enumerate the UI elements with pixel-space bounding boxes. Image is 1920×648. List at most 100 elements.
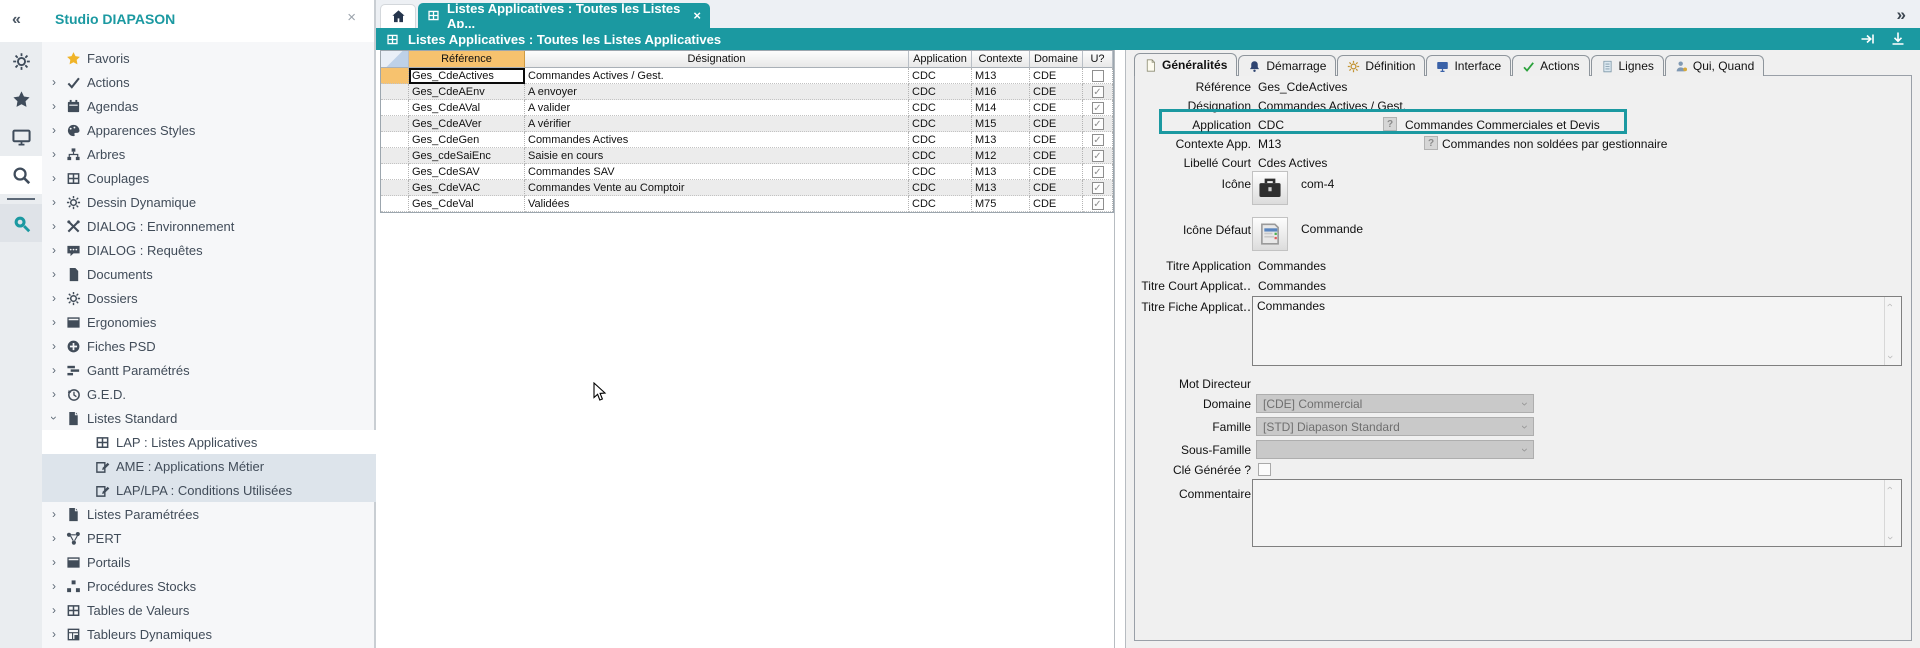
cell-designation[interactable]: Saisie en cours bbox=[525, 148, 909, 164]
sidebar-item-ame-applications-metier[interactable]: AME : Applications Métier bbox=[42, 454, 376, 478]
favorites-star-icon[interactable] bbox=[0, 80, 42, 118]
chevron-right-icon[interactable]: › bbox=[48, 603, 60, 617]
tab-overflow-icon[interactable]: » bbox=[1897, 5, 1906, 25]
u-checkbox[interactable]: ✓ bbox=[1092, 166, 1104, 178]
cell-domaine[interactable]: CDE bbox=[1030, 196, 1083, 212]
sidebar-item-apparences-styles[interactable]: ›Apparences Styles bbox=[42, 118, 376, 142]
row-selector[interactable] bbox=[381, 100, 409, 116]
column-header-contexte[interactable]: Contexte bbox=[972, 51, 1030, 68]
cell-domaine[interactable]: CDE bbox=[1030, 68, 1083, 84]
tab-generalites[interactable]: Généralités bbox=[1134, 53, 1237, 76]
cell-reference[interactable]: Ges_CdeVal bbox=[409, 196, 525, 212]
cell-reference[interactable]: Ges_CdeGen bbox=[409, 132, 525, 148]
cell-designation[interactable]: A valider bbox=[525, 100, 909, 116]
sidebar-item-couplages[interactable]: ›Couplages bbox=[42, 166, 376, 190]
column-header-reference[interactable]: Référence bbox=[409, 51, 525, 68]
cell-contexte[interactable]: M13 bbox=[972, 180, 1030, 196]
tab-lignes[interactable]: Lignes bbox=[1591, 55, 1664, 76]
cell-application[interactable]: CDC bbox=[909, 84, 972, 100]
cell-reference[interactable]: Ges_CdeAEnv bbox=[409, 84, 525, 100]
sidebar-item-dialog-environnement[interactable]: ›DIALOG : Environnement bbox=[42, 214, 376, 238]
cell-application[interactable]: CDC bbox=[909, 116, 972, 132]
textarea-scrollbar[interactable]: ›› bbox=[1884, 297, 1901, 365]
sidebar-item-listes-parametrees[interactable]: ›Listes Paramétrées bbox=[42, 502, 376, 526]
cell-application[interactable]: CDC bbox=[909, 180, 972, 196]
contexte-help-button[interactable]: ? bbox=[1424, 136, 1438, 150]
cell-contexte[interactable]: M75 bbox=[972, 196, 1030, 212]
row-selector[interactable] bbox=[381, 84, 409, 100]
cell-domaine[interactable]: CDE bbox=[1030, 148, 1083, 164]
tab-interface[interactable]: Interface bbox=[1426, 55, 1511, 76]
u-checkbox[interactable]: ✓ bbox=[1092, 118, 1104, 130]
table-row[interactable]: Ges_cdeSaiEnc Saisie en cours CDC M12 CD… bbox=[381, 148, 1113, 164]
explorer-search-icon[interactable] bbox=[0, 204, 42, 242]
chevron-right-icon[interactable]: › bbox=[48, 195, 60, 209]
sidebar-item-fiches-psd[interactable]: ›Fiches PSD bbox=[42, 334, 376, 358]
sidebar-close-icon[interactable]: × bbox=[347, 9, 356, 26]
sidebar-item-pert[interactable]: ›PERT bbox=[42, 526, 376, 550]
u-checkbox[interactable]: ✓ bbox=[1092, 182, 1104, 194]
cell-domaine[interactable]: CDE bbox=[1030, 132, 1083, 148]
chevron-right-icon[interactable]: › bbox=[48, 531, 60, 545]
contexte-value[interactable]: M13 bbox=[1258, 137, 1281, 151]
titre-court-value[interactable]: Commandes bbox=[1258, 279, 1326, 293]
cell-application[interactable]: CDC bbox=[909, 100, 972, 116]
cell-application[interactable]: CDC bbox=[909, 148, 972, 164]
domaine-select[interactable]: [CDE] Commercial › bbox=[1256, 394, 1534, 413]
cell-designation[interactable]: Commandes Vente au Comptoir bbox=[525, 180, 909, 196]
column-header-designation[interactable]: Désignation bbox=[525, 51, 909, 68]
cell-contexte[interactable]: M14 bbox=[972, 100, 1030, 116]
cell-reference[interactable]: Ges_CdeAVer bbox=[409, 116, 525, 132]
table-row[interactable]: Ges_CdeAVal A valider CDC M14 CDE ✓ bbox=[381, 100, 1113, 116]
application-value[interactable]: CDC bbox=[1258, 118, 1284, 132]
home-tab[interactable] bbox=[380, 4, 416, 28]
table-row[interactable]: Ges_CdeVal Validées CDC M75 CDE ✓ bbox=[381, 196, 1113, 212]
chevron-right-icon[interactable]: › bbox=[48, 579, 60, 593]
cell-designation[interactable]: Validées bbox=[525, 196, 909, 212]
application-help-button[interactable]: ? bbox=[1383, 117, 1397, 131]
sidebar-item-lap-listes-applicatives[interactable]: LAP : Listes Applicatives bbox=[42, 430, 376, 454]
u-checkbox[interactable]: ✓ bbox=[1092, 198, 1104, 210]
cle-generee-checkbox[interactable] bbox=[1258, 463, 1271, 476]
column-header-u[interactable]: U? bbox=[1083, 51, 1113, 68]
u-checkbox[interactable] bbox=[1092, 70, 1104, 82]
u-checkbox[interactable]: ✓ bbox=[1092, 134, 1104, 146]
cell-reference[interactable]: Ges_CdeSAV bbox=[409, 164, 525, 180]
chevron-right-icon[interactable]: › bbox=[48, 267, 60, 281]
chevron-right-icon[interactable]: › bbox=[48, 171, 60, 185]
u-checkbox[interactable]: ✓ bbox=[1092, 86, 1104, 98]
cell-application[interactable]: CDC bbox=[909, 196, 972, 212]
tab-listes-applicatives[interactable]: Listes Applicatives : Toutes les Listes … bbox=[418, 3, 710, 28]
cell-contexte[interactable]: M13 bbox=[972, 164, 1030, 180]
panel-splitter[interactable] bbox=[1114, 50, 1126, 648]
cell-designation[interactable]: Commandes SAV bbox=[525, 164, 909, 180]
cell-contexte[interactable]: M15 bbox=[972, 116, 1030, 132]
chevron-right-icon[interactable]: › bbox=[48, 363, 60, 377]
cell-contexte[interactable]: M13 bbox=[972, 132, 1030, 148]
scroll-up-icon[interactable]: › bbox=[1884, 486, 1896, 490]
chevron-down-icon[interactable]: › bbox=[47, 412, 61, 424]
table-row[interactable]: Ges_CdeVAC Commandes Vente au Comptoir C… bbox=[381, 180, 1113, 196]
chevron-right-icon[interactable]: › bbox=[48, 147, 60, 161]
sidebar-item-lap-lpa-conditions[interactable]: LAP/LPA : Conditions Utilisées bbox=[42, 478, 376, 502]
sidebar-item-dessin-dynamique[interactable]: ›Dessin Dynamique bbox=[42, 190, 376, 214]
row-selector[interactable] bbox=[381, 180, 409, 196]
cell-reference[interactable]: Ges_CdeActives bbox=[409, 68, 525, 84]
sidebar-item-arbres[interactable]: ›Arbres bbox=[42, 142, 376, 166]
sidebar-item-tables-de-valeurs[interactable]: ›Tables de Valeurs bbox=[42, 598, 376, 622]
sidebar-item-gantt-parametres[interactable]: ›Gantt Paramétrés bbox=[42, 358, 376, 382]
cell-contexte[interactable]: M13 bbox=[972, 68, 1030, 84]
row-selector[interactable] bbox=[381, 116, 409, 132]
sidebar-item-procedures-stocks[interactable]: ›Procédures Stocks bbox=[42, 574, 376, 598]
sidebar-item-documents[interactable]: ›Documents bbox=[42, 262, 376, 286]
chevron-right-icon[interactable]: › bbox=[48, 219, 60, 233]
chevron-right-icon[interactable]: › bbox=[48, 627, 60, 641]
cell-designation[interactable]: A vérifier bbox=[525, 116, 909, 132]
reference-value[interactable]: Ges_CdeActives bbox=[1258, 80, 1347, 94]
cell-designation[interactable]: A envoyer bbox=[525, 84, 909, 100]
table-row[interactable]: Ges_CdeAEnv A envoyer CDC M16 CDE ✓ bbox=[381, 84, 1113, 100]
table-row[interactable]: Ges_CdeAVer A vérifier CDC M15 CDE ✓ bbox=[381, 116, 1113, 132]
cell-domaine[interactable]: CDE bbox=[1030, 100, 1083, 116]
table-row[interactable]: Ges_CdeActives Commandes Actives / Gest.… bbox=[381, 68, 1113, 84]
tab-qui-quand[interactable]: Qui, Quand bbox=[1665, 55, 1764, 76]
